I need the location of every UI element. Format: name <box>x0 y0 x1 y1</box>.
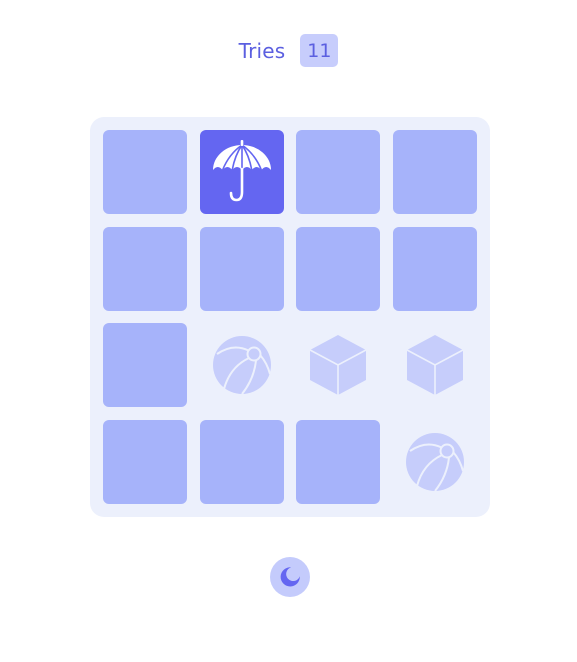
card-tile <box>296 323 380 407</box>
header: Tries 11 <box>0 34 577 67</box>
moon-icon <box>280 567 300 587</box>
card-tile[interactable] <box>103 420 187 505</box>
card-tile[interactable] <box>103 323 187 408</box>
theme-toggle-button[interactable] <box>270 557 310 597</box>
card-tile[interactable] <box>103 226 187 311</box>
card-tile[interactable] <box>199 420 284 505</box>
card-tile[interactable] <box>296 226 381 311</box>
tries-label: Tries <box>238 38 286 63</box>
cube-icon <box>310 335 367 396</box>
card-tile[interactable] <box>103 130 187 214</box>
card-tile <box>200 323 284 407</box>
card-tile <box>199 130 284 214</box>
beach-ball-icon <box>406 433 465 492</box>
game-board <box>90 117 490 517</box>
card-tile[interactable] <box>393 226 478 311</box>
card-tile <box>393 323 477 407</box>
cube-icon <box>406 335 464 396</box>
card-tile[interactable] <box>199 226 284 311</box>
card-tile[interactable] <box>296 130 381 214</box>
umbrella-icon <box>212 140 271 202</box>
card-tile <box>393 420 477 504</box>
card-tile[interactable] <box>393 130 478 214</box>
card-tile[interactable] <box>296 420 381 505</box>
beach-ball-icon <box>212 336 271 396</box>
tries-counter: 11 <box>300 34 339 67</box>
